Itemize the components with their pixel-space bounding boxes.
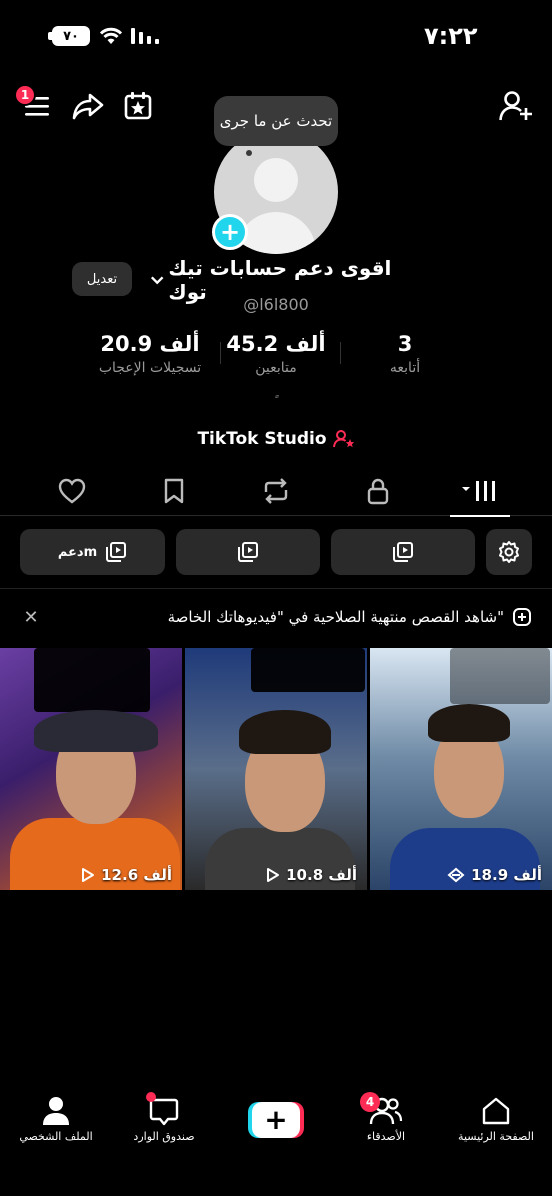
- play-icon: [267, 868, 280, 882]
- likes-stat[interactable]: 20.9 ألف تسجيلات الإعجاب: [80, 332, 220, 376]
- battery-icon: ٧٠: [48, 26, 90, 46]
- tiktok-studio-link[interactable]: TikTok Studio: [170, 426, 382, 452]
- favorites-button[interactable]: [118, 86, 158, 126]
- studio-label: TikTok Studio: [197, 429, 327, 449]
- nav-inbox-label: صندوق الوارد: [133, 1130, 195, 1143]
- tab-private[interactable]: [338, 466, 418, 516]
- tab-reposts[interactable]: [236, 466, 316, 516]
- collection-button-2[interactable]: [176, 529, 320, 575]
- playlist-icon: [106, 542, 127, 562]
- bubble-tail: [246, 150, 252, 156]
- followers-count: 45.2 ألف: [226, 332, 326, 356]
- repost-icon: [264, 478, 288, 504]
- tab-liked[interactable]: [32, 466, 112, 516]
- add-friend-button[interactable]: [494, 84, 538, 128]
- grid-videos-icon: [462, 481, 495, 501]
- view-count: 18.9 ألف: [447, 866, 542, 884]
- wifi-icon: [98, 26, 124, 50]
- settings-filter-button[interactable]: [486, 529, 532, 575]
- friends-badge: 4: [360, 1092, 380, 1112]
- studio-user-star-icon: [332, 430, 354, 448]
- collection-label: دعمm: [57, 544, 98, 560]
- nav-profile[interactable]: الملف الشخصي: [6, 1096, 106, 1152]
- play-icon: [82, 868, 95, 882]
- content-tabs: [0, 466, 552, 517]
- plus-icon: +: [252, 1102, 300, 1138]
- add-user-icon: [499, 91, 532, 121]
- profile-handle: @l6l800: [243, 295, 309, 314]
- add-photo-plus-icon[interactable]: +: [212, 214, 248, 250]
- view-count: 12.6 ألف: [81, 866, 172, 884]
- status-bubble-text: تحدث عن ما جرى: [219, 112, 333, 130]
- likes-count: 20.9 ألف: [100, 332, 200, 356]
- nav-profile-label: الملف الشخصي: [19, 1130, 93, 1143]
- gear-icon: [499, 541, 519, 563]
- video-thumbnail[interactable]: 12.6 ألف: [0, 648, 182, 890]
- nav-inbox[interactable]: صندوق الوارد: [114, 1096, 214, 1152]
- battery-level: ٧٠: [63, 28, 79, 44]
- create-button[interactable]: +: [248, 1102, 304, 1138]
- followers-label: متابعين: [255, 360, 297, 376]
- bookmark-icon: [164, 478, 184, 504]
- nav-friends[interactable]: الأصدقاء: [336, 1096, 436, 1152]
- tab-videos[interactable]: [440, 466, 520, 517]
- playlist-icon: [393, 542, 413, 562]
- nav-home-label: الصفحة الرئيسية: [458, 1130, 534, 1143]
- edit-profile-button[interactable]: تعديل: [72, 262, 132, 296]
- share-arrow-icon: [72, 93, 104, 120]
- view-count-text: 10.8 ألف: [286, 866, 357, 884]
- signal-icon: [130, 26, 160, 50]
- collection-button-1[interactable]: دعمm: [20, 529, 165, 575]
- followers-stat[interactable]: 45.2 ألف متابعين: [214, 332, 338, 376]
- promote-icon: [447, 867, 465, 883]
- section-divider: [0, 588, 552, 589]
- chevron-down-icon: [150, 276, 164, 285]
- account-switcher[interactable]: اقوى دعم حسابات تيك توك: [150, 256, 410, 304]
- tab-saved[interactable]: [134, 466, 214, 516]
- home-icon: [482, 1097, 510, 1125]
- following-label: أتابعه: [389, 360, 421, 376]
- nav-friends-label: الأصدقاء: [366, 1130, 406, 1143]
- view-count: 10.8 ألف: [266, 866, 357, 884]
- video-thumbnail[interactable]: 10.8 ألف: [185, 648, 367, 890]
- calendar-star-icon: [124, 92, 152, 120]
- stat-divider: [340, 342, 341, 364]
- status-bubble[interactable]: تحدث عن ما جرى: [214, 96, 338, 146]
- menu-badge: 1: [14, 84, 36, 106]
- following-stat[interactable]: 3 أتابعه: [360, 332, 450, 376]
- close-icon[interactable]: ✕: [18, 604, 44, 630]
- notice-text: شاهد القصص منتهية الصلاحية في "فيديوهاتك…: [167, 608, 504, 626]
- view-count-text: 12.6 ألف: [101, 866, 172, 884]
- add-story-icon: [513, 608, 531, 626]
- view-count-text: 18.9 ألف: [471, 866, 542, 884]
- playlist-icon: [238, 542, 258, 562]
- profile-icon: [43, 1097, 69, 1125]
- share-profile-button[interactable]: [68, 86, 108, 126]
- expired-stories-notice[interactable]: شاهد القصص منتهية الصلاحية في "فيديوهاتك…: [50, 604, 532, 630]
- nav-home[interactable]: الصفحة الرئيسية: [446, 1096, 546, 1152]
- following-count: 3: [397, 332, 413, 356]
- collection-button-3[interactable]: [331, 529, 475, 575]
- inbox-notification-dot: [146, 1092, 156, 1102]
- video-thumbnail[interactable]: 18.9 ألف: [370, 648, 552, 890]
- heart-icon: [58, 478, 86, 504]
- likes-label: تسجيلات الإعجاب: [98, 360, 202, 376]
- status-time: ٧:٢٢: [424, 22, 478, 50]
- lock-icon: [367, 478, 389, 505]
